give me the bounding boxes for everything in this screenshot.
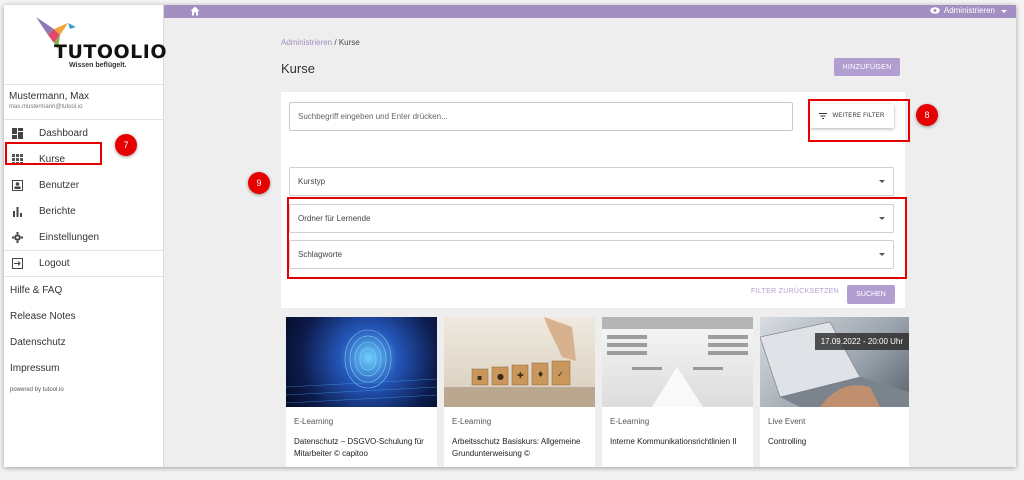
user-card-icon — [12, 179, 23, 191]
breadcrumb-separator: / — [334, 38, 337, 47]
top-bar: Administrieren — [164, 5, 1016, 18]
admin-menu[interactable]: Administrieren — [930, 6, 1008, 15]
sidebar-links: Hilfe & FAQ Release Notes Datenschutz Im… — [4, 276, 163, 393]
sidebar-item-label: Einstellungen — [39, 231, 100, 243]
user-email: max.mustermann@tutool.io — [9, 104, 83, 110]
sidebar-item-berichte[interactable]: Berichte — [4, 198, 163, 224]
sidebar-item-einstellungen[interactable]: Einstellungen — [4, 224, 163, 250]
link-release-notes[interactable]: Release Notes — [4, 303, 163, 329]
svg-text:●: ● — [497, 372, 504, 381]
user-name: Mustermann, Max — [9, 91, 90, 102]
search-button[interactable]: SUCHEN — [847, 285, 895, 304]
dashboard-icon — [12, 127, 23, 139]
svg-text:✚: ✚ — [517, 371, 524, 380]
search-input[interactable]: Suchbegriff eingeben und Enter drücken..… — [289, 102, 793, 131]
sidebar-item-benutzer[interactable]: Benutzer — [4, 172, 163, 198]
eye-icon — [930, 7, 940, 14]
home-icon[interactable] — [190, 6, 200, 16]
link-impressum[interactable]: Impressum — [4, 355, 163, 381]
event-date-badge: 17.09.2022 - 20:00 Uhr — [814, 333, 909, 350]
add-course-button[interactable]: HINZUFÜGEN — [834, 58, 900, 76]
breadcrumb: Administrieren / Kurse — [281, 38, 360, 47]
annotation-badge-9: 9 — [248, 172, 270, 194]
course-type: E-Learning — [452, 417, 492, 426]
course-type-value: Kurstyp — [298, 177, 326, 186]
sidebar-item-logout[interactable]: Logout — [4, 250, 163, 276]
course-image-wooden-blocks: ▪ ● ✚ ♦ ✓ — [444, 317, 595, 407]
admin-menu-label: Administrieren — [943, 6, 995, 15]
reset-filters-button[interactable]: FILTER ZURÜCKSETZEN — [751, 288, 839, 295]
chevron-down-icon — [1001, 9, 1007, 13]
annotation-badge-7: 7 — [115, 134, 137, 156]
powered-by[interactable]: powered by tutool.io — [4, 387, 163, 393]
course-image-laptop: 17.09.2022 - 20:00 Uhr — [760, 317, 909, 407]
course-image-library — [602, 317, 753, 407]
breadcrumb-current: Kurse — [338, 38, 360, 47]
course-card[interactable]: E-Learning Datenschutz – DSGVO-Schulung … — [286, 317, 437, 467]
bar-chart-icon — [12, 206, 23, 217]
sidebar-item-label: Dashboard — [39, 127, 88, 139]
course-type: E-Learning — [610, 417, 650, 426]
course-card[interactable]: ▪ ● ✚ ♦ ✓ E-Learning Arbeitsschutz Basiskurs… — [444, 317, 595, 467]
course-image-fingerprint — [286, 317, 437, 407]
course-title: Datenschutz – DSGVO-Schulung für Mitarbe… — [294, 437, 424, 458]
sidebar-item-label: Benutzer — [39, 179, 80, 191]
brand-tagline: Wissen beflügelt. — [69, 62, 127, 69]
link-help-faq[interactable]: Hilfe & FAQ — [4, 277, 163, 303]
course-title: Controlling — [768, 437, 807, 446]
chevron-down-icon — [879, 180, 885, 183]
user-info: Mustermann, Max max.mustermann@tutool.io — [4, 85, 163, 120]
course-card[interactable]: E-Learning Interne Kommunikationsrichtli… — [602, 317, 753, 467]
link-datenschutz[interactable]: Datenschutz — [4, 329, 163, 355]
highlight-box-sidebar — [5, 142, 102, 165]
logout-icon — [12, 258, 23, 269]
sidebar-item-label: Logout — [39, 258, 70, 269]
page-title: Kurse — [281, 61, 315, 76]
logo[interactable]: TUTOOLIO Wissen beflügelt. — [4, 5, 166, 85]
course-type-select[interactable]: Kurstyp — [289, 167, 894, 196]
annotation-badge-8: 8 — [916, 104, 938, 126]
highlight-box-more-filters — [808, 99, 910, 142]
svg-text:✓: ✓ — [557, 370, 564, 379]
course-type: Live Event — [768, 417, 806, 426]
svg-text:♦: ♦ — [537, 370, 544, 379]
gear-icon — [12, 231, 23, 243]
sidebar: TUTOOLIO Wissen beflügelt. Mustermann, M… — [4, 5, 166, 467]
highlight-box-filters — [287, 197, 907, 279]
brand-name: TUTOOLIO — [54, 41, 167, 63]
course-type: E-Learning — [294, 417, 334, 426]
course-title: Interne Kommunikationsrichtlinien II — [610, 437, 737, 446]
sidebar-item-label: Berichte — [39, 205, 76, 217]
svg-text:▪: ▪ — [477, 373, 482, 382]
breadcrumb-administrieren[interactable]: Administrieren — [281, 38, 332, 47]
course-card[interactable]: 17.09.2022 - 20:00 Uhr Live Event Contro… — [760, 317, 909, 467]
course-title: Arbeitsschutz Basiskurs: Allgemeine Grun… — [452, 437, 581, 458]
